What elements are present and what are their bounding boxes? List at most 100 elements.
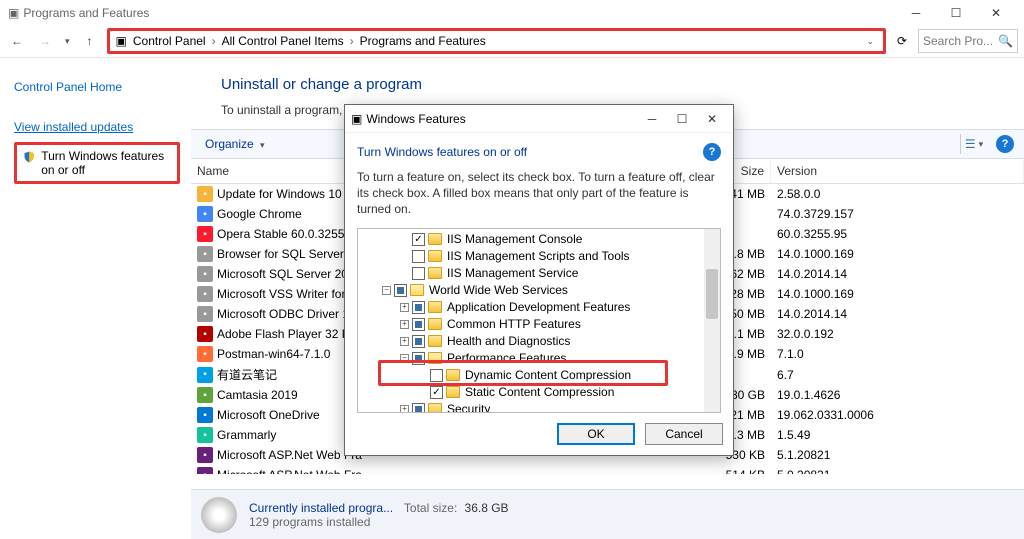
- program-name: Microsoft ASP.Net Web Fra: [217, 468, 362, 474]
- forward-button[interactable]: →: [34, 30, 56, 52]
- status-size-label: Total size:: [404, 501, 457, 515]
- program-version: 7.1.0: [771, 346, 1024, 362]
- organize-button[interactable]: Organize ▾: [201, 137, 268, 151]
- help-button[interactable]: ?: [996, 135, 1014, 153]
- program-name: Microsoft SQL Server 2017: [217, 267, 361, 281]
- checkbox[interactable]: [412, 318, 425, 331]
- node-health[interactable]: Health and Diagnostics: [445, 334, 570, 348]
- dialog-help-button[interactable]: ?: [703, 143, 721, 161]
- checkbox[interactable]: [412, 301, 425, 314]
- checkbox[interactable]: [430, 369, 443, 382]
- dialog-maximize-button[interactable]: ☐: [667, 106, 697, 131]
- tree-scrollbar[interactable]: [704, 229, 720, 412]
- crumb-all-items[interactable]: All Control Panel Items: [220, 34, 346, 48]
- titlebar: ▣ Programs and Features ─ ☐ ✕: [0, 0, 1024, 25]
- program-name: Microsoft OneDrive: [217, 408, 320, 422]
- program-icon: ▪: [197, 326, 213, 342]
- program-icon: ▪: [197, 206, 213, 222]
- search-input[interactable]: Search Pro... 🔍: [918, 29, 1018, 53]
- address-dropdown-icon[interactable]: ⌄: [863, 36, 877, 47]
- link-windows-features[interactable]: Turn Windows features on or off: [14, 142, 180, 184]
- location-icon: ▣: [116, 34, 127, 48]
- back-button[interactable]: ←: [6, 30, 28, 52]
- crumb-control-panel[interactable]: Control Panel: [131, 34, 208, 48]
- program-version: 1.5.49: [771, 427, 1024, 443]
- collapse-icon[interactable]: −: [400, 354, 409, 363]
- program-name: 有道云笔记: [217, 366, 277, 383]
- close-button[interactable]: ✕: [976, 0, 1016, 25]
- program-version: 60.0.3255.95: [771, 226, 1024, 242]
- link-view-updates[interactable]: View installed updates: [14, 116, 180, 138]
- up-button[interactable]: ↑: [79, 30, 101, 52]
- shield-icon: [23, 149, 35, 165]
- refresh-button[interactable]: ⟳: [892, 34, 912, 48]
- program-name: Postman-win64-7.1.0: [217, 347, 330, 361]
- checkbox[interactable]: [412, 233, 425, 246]
- program-icon: ▪: [197, 427, 213, 443]
- checkbox[interactable]: [412, 250, 425, 263]
- program-icon: ▪: [197, 186, 213, 202]
- folder-icon: [446, 386, 460, 398]
- checkbox[interactable]: [430, 386, 443, 399]
- checkbox[interactable]: [412, 403, 425, 413]
- search-icon: 🔍: [998, 34, 1013, 48]
- program-name: Microsoft ASP.Net Web Fra: [217, 448, 362, 462]
- cancel-button[interactable]: Cancel: [645, 423, 723, 445]
- program-version: 2.58.0.0: [771, 186, 1024, 202]
- node-app-dev[interactable]: Application Development Features: [445, 300, 630, 314]
- program-icon: ▪: [197, 266, 213, 282]
- node-www-services[interactable]: World Wide Web Services: [427, 283, 568, 297]
- program-icon: ▪: [197, 226, 213, 242]
- chevron-right-icon: ›: [350, 34, 354, 48]
- minimize-button[interactable]: ─: [896, 0, 936, 25]
- dialog-titlebar[interactable]: ▣ Windows Features ─ ☐ ✕: [345, 105, 733, 133]
- node-performance[interactable]: Performance Features: [445, 351, 566, 365]
- expand-icon[interactable]: +: [400, 337, 409, 346]
- address-bar: ← → ▾ ↑ ▣ Control Panel › All Control Pa…: [0, 25, 1024, 57]
- window-title: Programs and Features: [19, 6, 896, 20]
- checkbox[interactable]: [394, 284, 407, 297]
- view-options-button[interactable]: ☰▾: [960, 134, 990, 154]
- windows-features-dialog: ▣ Windows Features ─ ☐ ✕ Turn Windows fe…: [344, 104, 734, 456]
- search-placeholder: Search Pro...: [923, 34, 993, 48]
- program-name: Camtasia 2019: [217, 388, 298, 402]
- folder-icon: [446, 369, 460, 381]
- dialog-minimize-button[interactable]: ─: [637, 106, 667, 131]
- node-static-compress[interactable]: Static Content Compression: [463, 385, 614, 399]
- table-row[interactable]: ▪Microsoft ASP.Net Web Fra514 KB5.0.2082…: [191, 465, 1024, 474]
- checkbox[interactable]: [412, 335, 425, 348]
- expand-icon[interactable]: +: [400, 405, 409, 413]
- folder-icon: [428, 233, 442, 245]
- program-version: 19.062.0331.0006: [771, 407, 1024, 423]
- ok-button[interactable]: OK: [557, 423, 635, 445]
- node-iis-service[interactable]: IIS Management Service: [445, 266, 578, 280]
- checkbox[interactable]: [412, 352, 425, 365]
- history-dropdown-icon[interactable]: ▾: [62, 36, 73, 47]
- node-dyn-compress[interactable]: Dynamic Content Compression: [463, 368, 631, 382]
- expand-icon[interactable]: +: [400, 320, 409, 329]
- breadcrumb[interactable]: ▣ Control Panel › All Control Panel Item…: [107, 28, 886, 54]
- program-version: 74.0.3729.157: [771, 206, 1024, 222]
- dialog-close-button[interactable]: ✕: [697, 106, 727, 131]
- node-http[interactable]: Common HTTP Features: [445, 317, 581, 331]
- program-icon: ▪: [197, 306, 213, 322]
- folder-icon: [428, 301, 442, 313]
- node-iis-scripts[interactable]: IIS Management Scripts and Tools: [445, 249, 630, 263]
- checkbox[interactable]: [412, 267, 425, 280]
- status-bar: Currently installed progra... Total size…: [191, 489, 1024, 539]
- folder-icon: [410, 284, 424, 296]
- crumb-programs[interactable]: Programs and Features: [358, 34, 488, 48]
- node-iis-console[interactable]: IIS Management Console: [445, 232, 582, 246]
- program-version: 14.0.2014.14: [771, 266, 1024, 282]
- feature-tree[interactable]: IIS Management Console IIS Management Sc…: [357, 228, 721, 413]
- collapse-icon[interactable]: −: [382, 286, 391, 295]
- dialog-description: To turn a feature on, select its check b…: [357, 161, 721, 228]
- dialog-icon: ▣: [351, 112, 362, 126]
- col-version[interactable]: Version: [771, 159, 1024, 183]
- program-version: 6.7: [771, 367, 1024, 383]
- dialog-heading: Turn Windows features on or off: [357, 145, 527, 159]
- link-control-panel-home[interactable]: Control Panel Home: [14, 76, 180, 98]
- maximize-button[interactable]: ☐: [936, 0, 976, 25]
- expand-icon[interactable]: +: [400, 303, 409, 312]
- node-security[interactable]: Security: [445, 402, 490, 413]
